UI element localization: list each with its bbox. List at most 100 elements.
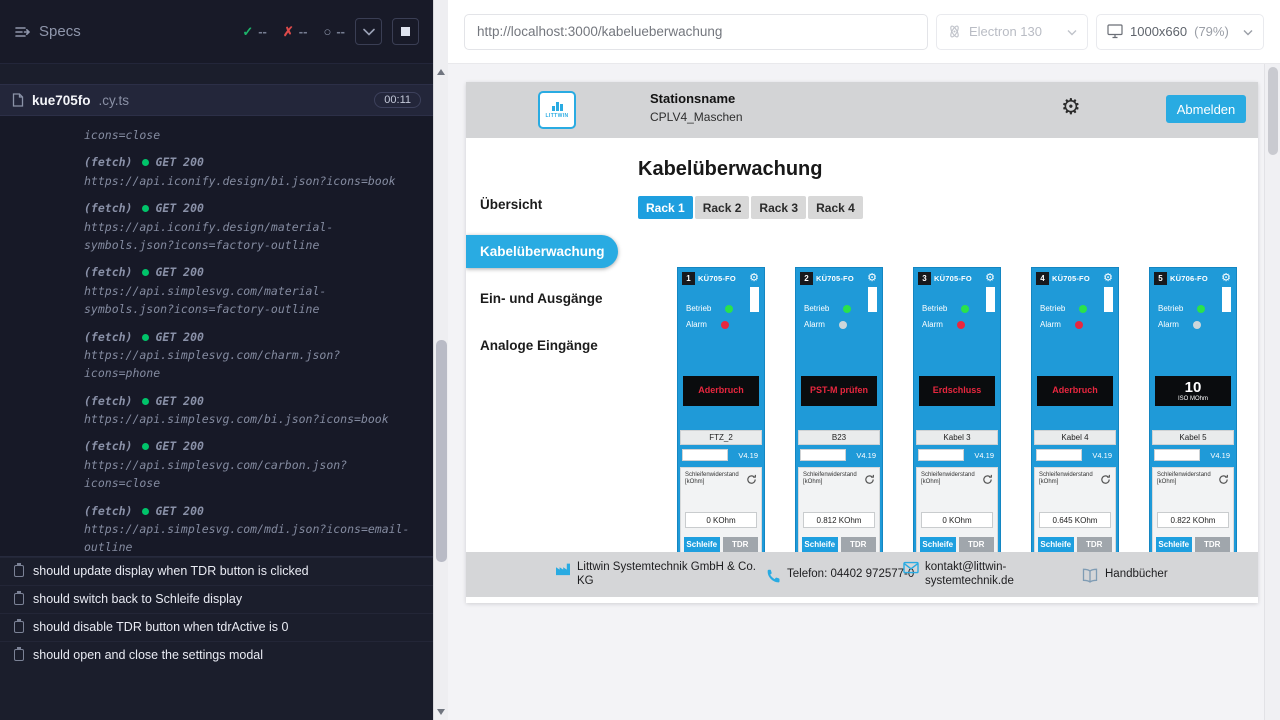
spec-header[interactable]: kue705fo.cy.ts 00:11: [0, 84, 433, 116]
network-log-entry[interactable]: (fetch)GET 200 https://api.simplesvg.com…: [84, 502, 411, 556]
tdr-button[interactable]: TDR: [841, 537, 877, 552]
gear-icon[interactable]: ⚙: [867, 273, 877, 284]
tab-rack-2[interactable]: Rack 2: [695, 196, 750, 219]
scroll-up-icon[interactable]: [437, 69, 445, 75]
refresh-icon[interactable]: [864, 472, 875, 490]
schleife-button[interactable]: Schleife: [1038, 537, 1074, 552]
refresh-icon[interactable]: [1100, 472, 1111, 490]
cable-name: Kabel 3: [916, 430, 998, 445]
circle-icon: ○: [323, 24, 331, 39]
tdr-button[interactable]: TDR: [959, 537, 995, 552]
app-main: Übersicht Kabelüberwachung Ein- und Ausg…: [466, 138, 1258, 603]
betrieb-label: Betrieb: [1040, 304, 1065, 313]
logout-button[interactable]: Abmelden: [1166, 95, 1246, 123]
stat-failed: ✗--: [283, 24, 308, 40]
sidebar-item-label: Übersicht: [480, 197, 542, 212]
measurement-panel: Schleifenwiderstand [kOhm] 0 KOhm Schlei…: [680, 467, 762, 557]
firmware-version: V4.19: [974, 451, 994, 460]
device-card: 1KÜ705-FO⚙ Betrieb Alarm Aderbruch FTZ_2…: [677, 267, 765, 560]
url-input[interactable]: http://localhost:3000/kabelueberwachung: [464, 14, 928, 50]
scroll-down-icon[interactable]: [437, 709, 445, 715]
gear-icon[interactable]: ⚙: [1103, 273, 1113, 284]
settings-gear-icon[interactable]: ⚙: [1061, 96, 1081, 118]
sidebar-item-kabelueberwachung[interactable]: Kabelüberwachung: [466, 235, 618, 268]
alarm-label: Alarm: [922, 320, 943, 329]
schleife-button[interactable]: Schleife: [920, 537, 956, 552]
test-item[interactable]: should disable TDR button when tdrActive…: [0, 613, 433, 641]
tdr-button[interactable]: TDR: [1077, 537, 1113, 552]
display-chip: [682, 449, 728, 461]
tab-rack-1[interactable]: Rack 1: [638, 196, 693, 219]
specs-menu-icon: [14, 24, 30, 40]
app-header: LITTWIN Stationsname CPLV4_Maschen ⚙ Abm…: [466, 82, 1258, 138]
browser-select[interactable]: Electron 130: [936, 14, 1088, 50]
specs-label: Specs: [39, 23, 81, 40]
sidebar-item-ein-und-ausgaenge[interactable]: Ein- und Ausgänge: [466, 282, 638, 315]
footer-manuals[interactable]: Handbücher: [1081, 567, 1168, 583]
tab-rack-4[interactable]: Rack 4: [808, 196, 863, 219]
display-chip: [1154, 449, 1200, 461]
sidebar-item-analoge-eingaenge[interactable]: Analoge Eingänge: [466, 329, 638, 362]
scrollbar-thumb[interactable]: [1268, 67, 1278, 155]
test-item[interactable]: should switch back to Schleife display: [0, 585, 433, 613]
viewport-zoom: (79%): [1194, 24, 1229, 39]
alarm-led: [721, 321, 729, 329]
schleife-button[interactable]: Schleife: [1156, 537, 1192, 552]
device-card: 4KÜ705-FO⚙ Betrieb Alarm Aderbruch Kabel…: [1031, 267, 1119, 560]
spec-file-icon: [12, 93, 24, 107]
gear-icon[interactable]: ⚙: [985, 273, 995, 284]
log-status: GET 200: [155, 504, 203, 518]
tab-label: Rack 4: [816, 201, 855, 215]
browser-topbar: http://localhost:3000/kabelueberwachung …: [448, 0, 1280, 64]
status-text: Aderbruch: [1052, 386, 1098, 396]
gear-icon[interactable]: ⚙: [1221, 273, 1231, 284]
success-dot-icon: [142, 443, 149, 450]
sidebar-item-label: Kabelüberwachung: [480, 244, 605, 259]
measurement-panel: Schleifenwiderstand [kOhm] 0.822 KOhm Sc…: [1152, 467, 1234, 557]
card-number: 5: [1154, 272, 1167, 285]
collapse-button[interactable]: [355, 18, 382, 45]
schleife-button[interactable]: Schleife: [802, 537, 838, 552]
measurement-value: 0 KOhm: [685, 512, 757, 528]
stop-button[interactable]: [392, 18, 419, 45]
factory-icon: [555, 561, 571, 576]
refresh-icon[interactable]: [1218, 472, 1229, 490]
specs-menu-button[interactable]: Specs: [14, 23, 81, 40]
refresh-icon[interactable]: [746, 472, 757, 490]
log-tag: (fetch): [84, 394, 132, 408]
footer-phone[interactable]: Telefon: 04402 972577-0: [766, 567, 915, 583]
log-status: GET 200: [155, 155, 203, 169]
measurement-value: 0 KOhm: [921, 512, 993, 528]
network-log-entry[interactable]: icons=close: [84, 126, 411, 144]
measurement-value: 0.822 KOhm: [1157, 512, 1229, 528]
measurement-panel: Schleifenwiderstand [kOhm] 0 KOhm Schlei…: [916, 467, 998, 557]
betrieb-led: [961, 305, 969, 313]
tab-rack-3[interactable]: Rack 3: [751, 196, 806, 219]
status-value: 10: [1185, 380, 1202, 396]
measurement-panel: Schleifenwiderstand [kOhm] 0.812 KOhm Sc…: [798, 467, 880, 557]
refresh-icon[interactable]: [982, 472, 993, 490]
test-item[interactable]: should open and close the settings modal: [0, 641, 433, 669]
network-log-entry[interactable]: (fetch)GET 200 https://api.simplesvg.com…: [84, 392, 411, 429]
network-log-entry[interactable]: (fetch)GET 200 https://api.simplesvg.com…: [84, 437, 411, 492]
stat-pending: ○--: [323, 24, 345, 39]
scrollbar-thumb[interactable]: [436, 340, 447, 562]
tdr-button[interactable]: TDR: [723, 537, 759, 552]
gear-icon[interactable]: ⚙: [749, 273, 759, 284]
test-item[interactable]: should update display when TDR button is…: [0, 557, 433, 585]
runner-topbar: Specs ✓-- ✗-- ○--: [0, 0, 433, 64]
status-text: Aderbruch: [698, 386, 744, 396]
alarm-led: [1075, 321, 1083, 329]
log-url: icons=close: [84, 126, 411, 144]
footer-email[interactable]: kontakt@littwin-systemtechnik.de: [903, 560, 1037, 590]
sidebar-item-uebersicht[interactable]: Übersicht: [466, 188, 638, 221]
network-log-entry[interactable]: (fetch)GET 200 https://api.simplesvg.com…: [84, 328, 411, 383]
viewport-select[interactable]: 1000x660 (79%): [1096, 14, 1264, 50]
tdr-button[interactable]: TDR: [1195, 537, 1231, 552]
network-log-entry[interactable]: (fetch)GET 200 https://api.iconify.desig…: [84, 153, 411, 190]
schleife-button[interactable]: Schleife: [684, 537, 720, 552]
network-log-entry[interactable]: (fetch)GET 200 https://api.simplesvg.com…: [84, 263, 411, 318]
betrieb-label: Betrieb: [1158, 304, 1183, 313]
alarm-label: Alarm: [804, 320, 825, 329]
network-log-entry[interactable]: (fetch)GET 200 https://api.iconify.desig…: [84, 199, 411, 254]
